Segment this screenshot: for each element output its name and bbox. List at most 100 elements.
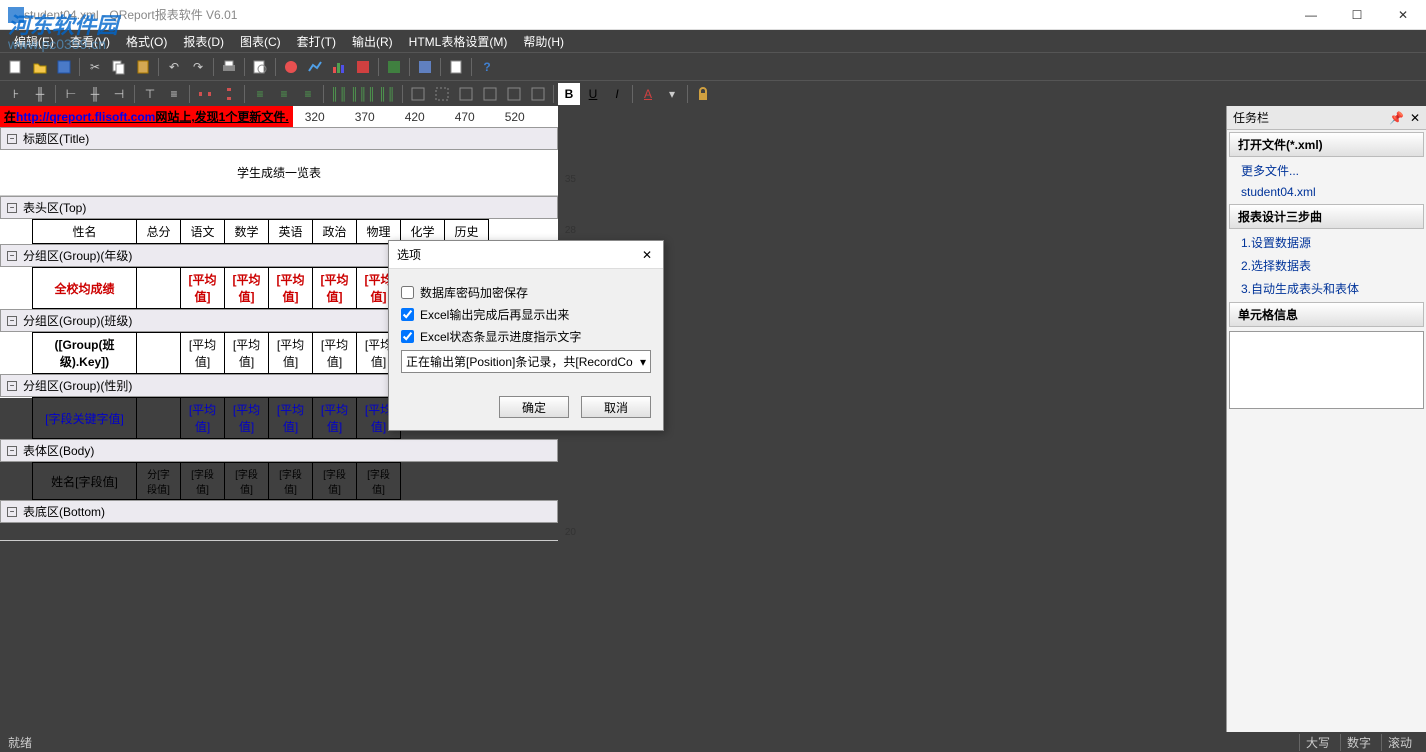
- border4-icon[interactable]: [479, 83, 501, 105]
- valign-tool-2[interactable]: ≡: [163, 83, 185, 105]
- border2-icon[interactable]: [431, 83, 453, 105]
- open-icon[interactable]: [29, 56, 51, 78]
- more-files-link[interactable]: 更多文件...: [1227, 159, 1426, 182]
- menu-chart[interactable]: 图表(C): [232, 33, 289, 50]
- redo-icon[interactable]: ↷: [187, 56, 209, 78]
- bold-icon[interactable]: B: [558, 83, 580, 105]
- lock-icon[interactable]: [692, 83, 714, 105]
- menu-view[interactable]: 查看(V): [62, 33, 118, 50]
- undo-icon[interactable]: ↶: [163, 56, 185, 78]
- checkbox-excel-show-label: Excel输出完成后再显示出来: [420, 306, 569, 323]
- save-icon[interactable]: [53, 56, 75, 78]
- menu-edit[interactable]: 编辑(E): [6, 33, 62, 50]
- section-bottom[interactable]: − 表底区(Bottom): [0, 500, 558, 523]
- section-top[interactable]: − 表头区(Top): [0, 196, 558, 219]
- menu-overlay[interactable]: 套打(T): [289, 33, 344, 50]
- task-panel-header: 任务栏 📌 ✕: [1227, 106, 1426, 130]
- group1-table[interactable]: 全校均成绩 [平均值] [平均值] [平均值] [平均值] [平均值]: [32, 267, 401, 309]
- status-caps: 大写: [1299, 734, 1336, 751]
- align-tool-2[interactable]: ╫: [29, 83, 51, 105]
- text-left-icon[interactable]: ≡: [249, 83, 271, 105]
- chart1-icon[interactable]: [280, 56, 302, 78]
- print-icon[interactable]: [218, 56, 240, 78]
- vdist-icon[interactable]: [218, 83, 240, 105]
- section-body[interactable]: − 表体区(Body): [0, 439, 558, 462]
- paste-icon[interactable]: [132, 56, 154, 78]
- barcode1-icon[interactable]: ║║: [328, 83, 350, 105]
- ok-button[interactable]: 确定: [499, 396, 569, 418]
- copy-icon[interactable]: [108, 56, 130, 78]
- italic-icon[interactable]: I: [606, 83, 628, 105]
- checkbox-excel-show[interactable]: [401, 308, 414, 321]
- new-icon[interactable]: [5, 56, 27, 78]
- border5-icon[interactable]: [503, 83, 525, 105]
- barcode2-icon[interactable]: ║║║: [352, 83, 374, 105]
- step-datatable[interactable]: 2.选择数据表: [1227, 254, 1426, 277]
- step-autogen[interactable]: 3.自动生成表头和表体: [1227, 277, 1426, 300]
- underline-icon[interactable]: U: [582, 83, 604, 105]
- options-dialog: 选项 ✕ 数据库密码加密保存 Excel输出完成后再显示出来 Excel状态条显…: [388, 240, 664, 431]
- status-scroll: 滚动: [1381, 734, 1418, 751]
- collapse-icon[interactable]: −: [7, 134, 17, 144]
- help-icon[interactable]: ?: [476, 56, 498, 78]
- checkbox-encrypt[interactable]: [401, 286, 414, 299]
- window-title: student04.xml - QReport报表软件 V6.01: [24, 6, 237, 23]
- page-icon[interactable]: [445, 56, 467, 78]
- checkbox-encrypt-label: 数据库密码加密保存: [420, 284, 528, 301]
- panel-close-icon[interactable]: ✕: [1410, 111, 1420, 125]
- align-tool-5[interactable]: ⊣: [108, 83, 130, 105]
- collapse-icon[interactable]: −: [7, 316, 17, 326]
- hdist-icon[interactable]: [194, 83, 216, 105]
- menu-help[interactable]: 帮助(H): [515, 33, 572, 50]
- maximize-button[interactable]: ☐: [1334, 0, 1380, 30]
- collapse-icon[interactable]: −: [7, 507, 17, 517]
- app-icon: [8, 7, 24, 23]
- valign-tool-1[interactable]: ⊤: [139, 83, 161, 105]
- dropdown-icon[interactable]: ▾: [661, 83, 683, 105]
- step-datasource[interactable]: 1.设置数据源: [1227, 231, 1426, 254]
- collapse-icon[interactable]: −: [7, 381, 17, 391]
- open-file-header: 打开文件(*.xml): [1229, 132, 1424, 157]
- collapse-icon[interactable]: −: [7, 203, 17, 213]
- cancel-button[interactable]: 取消: [581, 396, 651, 418]
- collapse-icon[interactable]: −: [7, 446, 17, 456]
- align-tool-3[interactable]: ⊢: [60, 83, 82, 105]
- excel-icon[interactable]: [383, 56, 405, 78]
- pdf-icon[interactable]: [352, 56, 374, 78]
- barcode3-icon[interactable]: ║║: [376, 83, 398, 105]
- body-table[interactable]: 姓名[字段值] 分[字段值] [字段值] [字段值] [字段值] [字段值] […: [32, 462, 401, 500]
- text-right-icon[interactable]: ≡: [297, 83, 319, 105]
- group3-table[interactable]: [字段关键字值] [平均值] [平均值] [平均值] [平均值] [平均值]: [32, 397, 401, 439]
- task-panel: 任务栏 📌 ✕ 打开文件(*.xml) 更多文件... student04.xm…: [1226, 106, 1426, 732]
- cut-icon[interactable]: ✂: [84, 56, 106, 78]
- collapse-icon[interactable]: −: [7, 251, 17, 261]
- minimize-button[interactable]: —: [1288, 0, 1334, 30]
- menu-html[interactable]: HTML表格设置(M): [401, 33, 516, 50]
- settings-icon[interactable]: [414, 56, 436, 78]
- update-banner[interactable]: 在http://qreport.flisoft.com网站上,发现1个更新文件.: [0, 106, 293, 127]
- steps-header: 报表设计三步曲: [1229, 204, 1424, 229]
- dialog-close-icon[interactable]: ✕: [639, 247, 655, 263]
- checkbox-excel-progress[interactable]: [401, 330, 414, 343]
- toolbar-format: ⊦ ╫ ⊢ ╫ ⊣ ⊤ ≡ ≡ ≡ ≡ ║║ ║║║ ║║ B U I A ▾: [0, 80, 1426, 106]
- menu-output[interactable]: 输出(R): [344, 33, 401, 50]
- group2-table[interactable]: ([Group(班级).Key]) [平均值] [平均值] [平均值] [平均值…: [32, 332, 401, 374]
- section-title[interactable]: − 标题区(Title): [0, 127, 558, 150]
- border3-icon[interactable]: [455, 83, 477, 105]
- font-color-icon[interactable]: A: [637, 83, 659, 105]
- pin-icon[interactable]: 📌: [1389, 111, 1404, 125]
- border6-icon[interactable]: [527, 83, 549, 105]
- close-button[interactable]: ✕: [1380, 0, 1426, 30]
- report-title-cell[interactable]: 学生成绩一览表 35: [0, 150, 558, 196]
- menu-format[interactable]: 格式(O): [118, 33, 175, 50]
- chart3-icon[interactable]: [328, 56, 350, 78]
- align-tool-1[interactable]: ⊦: [5, 83, 27, 105]
- chart2-icon[interactable]: [304, 56, 326, 78]
- menu-report[interactable]: 报表(D): [175, 33, 232, 50]
- border1-icon[interactable]: [407, 83, 429, 105]
- progress-text-combo[interactable]: 正在输出第[Position]条记录，共[RecordCo▾: [401, 350, 651, 373]
- align-tool-4[interactable]: ╫: [84, 83, 106, 105]
- text-center-icon[interactable]: ≡: [273, 83, 295, 105]
- preview-icon[interactable]: [249, 56, 271, 78]
- recent-file-link[interactable]: student04.xml: [1227, 182, 1426, 202]
